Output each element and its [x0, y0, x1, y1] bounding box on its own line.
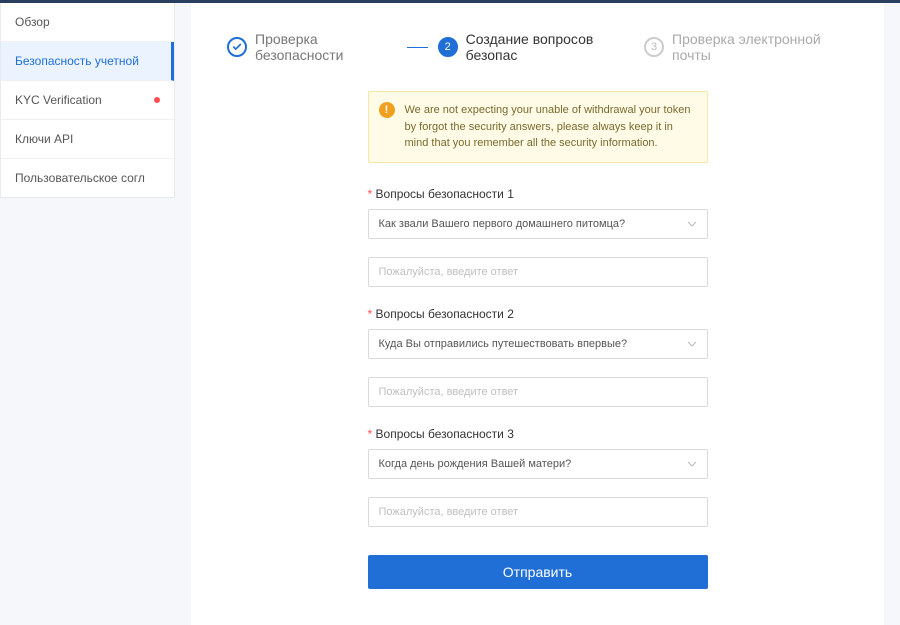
sidebar-item-overview[interactable]: Обзор: [1, 3, 174, 42]
chevron-down-icon: [687, 338, 697, 350]
question-select-3[interactable]: Когда день рождения Вашей матери?: [368, 449, 708, 479]
select-value: Когда день рождения Вашей матери?: [379, 458, 572, 470]
notification-dot-icon: [154, 97, 160, 103]
select-value: Куда Вы отправились путешествовать вперв…: [379, 338, 628, 350]
step-create-questions: 2 Создание вопросов безопас: [438, 31, 634, 63]
steps-bar: Проверка безопасности 2 Создание вопросо…: [227, 23, 848, 63]
submit-button[interactable]: Отправить: [368, 555, 708, 589]
sidebar-item-label: Пользовательское согл: [15, 171, 145, 185]
check-icon: [227, 37, 247, 57]
answer-input-1[interactable]: [368, 257, 708, 287]
sidebar-item-label: Обзор: [15, 15, 50, 29]
question-label: Вопросы безопасности 3: [368, 427, 708, 441]
sidebar-item-api-keys[interactable]: Ключи API: [1, 120, 174, 159]
question-block-1: Вопросы безопасности 1 Как звали Вашего …: [368, 187, 708, 287]
sidebar-item-kyc[interactable]: KYC Verification: [1, 81, 174, 120]
warning-alert: ! We are not expecting your unable of wi…: [368, 91, 708, 163]
sidebar-item-label: Ключи API: [15, 132, 73, 146]
chevron-down-icon: [687, 218, 697, 230]
alert-text: We are not expecting your unable of with…: [405, 104, 691, 149]
question-select-1[interactable]: Как звали Вашего первого домашнего питом…: [368, 209, 708, 239]
select-value: Как звали Вашего первого домашнего питом…: [379, 218, 626, 230]
step-security-check: Проверка безопасности: [227, 31, 397, 63]
step-divider: [407, 47, 427, 48]
sidebar: Обзор Безопасность учетной KYC Verificat…: [0, 3, 175, 198]
sidebar-item-user-agreement[interactable]: Пользовательское согл: [1, 159, 174, 197]
question-select-2[interactable]: Куда Вы отправились путешествовать вперв…: [368, 329, 708, 359]
question-block-2: Вопросы безопасности 2 Куда Вы отправили…: [368, 307, 708, 407]
warning-icon: !: [379, 102, 395, 118]
question-block-3: Вопросы безопасности 3 Когда день рожден…: [368, 427, 708, 527]
chevron-down-icon: [687, 458, 697, 470]
question-label: Вопросы безопасности 2: [368, 307, 708, 321]
sidebar-item-label: Безопасность учетной: [15, 54, 139, 68]
step-label: Создание вопросов безопас: [466, 31, 634, 63]
step-number-icon: 2: [438, 37, 458, 57]
step-label: Проверка электронной почты: [672, 31, 848, 63]
sidebar-item-label: KYC Verification: [15, 93, 102, 107]
content-card: Проверка безопасности 2 Создание вопросо…: [191, 3, 884, 625]
step-number-icon: 3: [644, 37, 664, 57]
question-label: Вопросы безопасности 1: [368, 187, 708, 201]
answer-input-2[interactable]: [368, 377, 708, 407]
sidebar-item-security[interactable]: Безопасность учетной: [1, 42, 174, 81]
step-label: Проверка безопасности: [255, 31, 397, 63]
step-email-check: 3 Проверка электронной почты: [644, 31, 848, 63]
answer-input-3[interactable]: [368, 497, 708, 527]
